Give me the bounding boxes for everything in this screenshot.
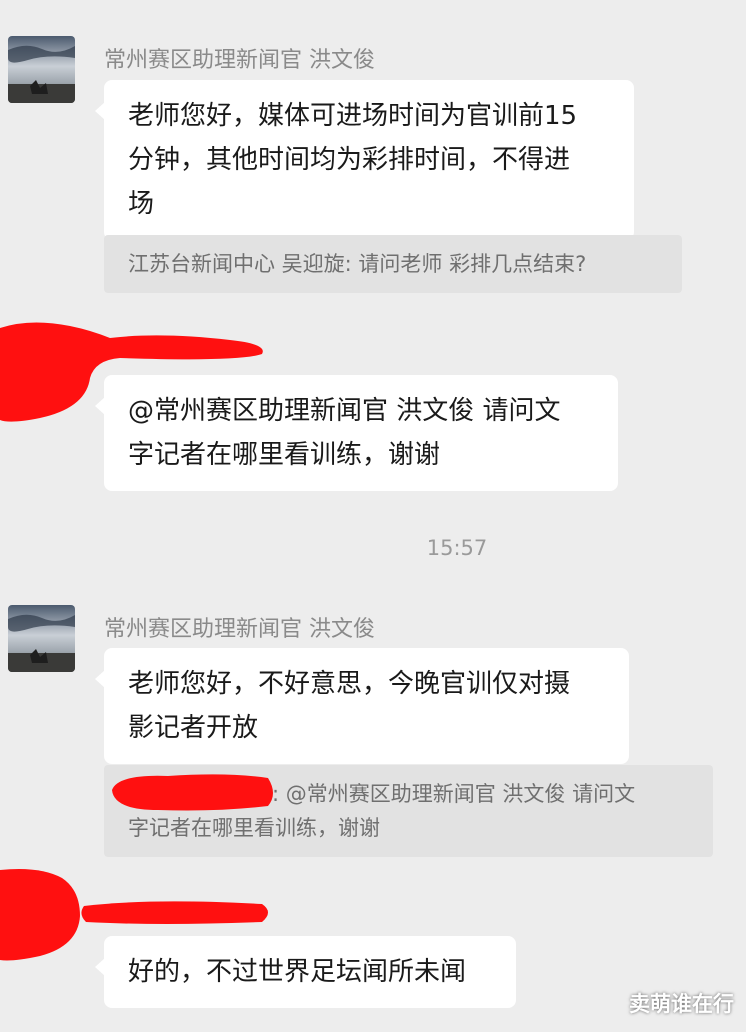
quoted-text: 字记者在哪里看训练，谢谢	[128, 816, 380, 840]
watermark: 卖萌谁在行	[629, 992, 734, 1016]
message-line: 好的，不过世界足坛闻所未闻	[128, 957, 467, 987]
message-line: 场	[128, 189, 155, 219]
quoted-text: 江苏台新闻中心 吴迎旋: 请问老师 彩排几点结束?	[128, 252, 587, 276]
message-line: @常州赛区助理新闻官 洪文俊 请问文	[128, 396, 561, 426]
quoted-text: : @常州赛区助理新闻官 洪文俊 请问文	[272, 782, 636, 806]
avatar[interactable]	[8, 36, 75, 103]
message-bubble[interactable]: 老师您好，不好意思，今晚官训仅对摄 影记者开放	[95, 648, 629, 764]
avatar[interactable]	[8, 605, 75, 672]
message-bubble[interactable]: 好的，不过世界足坛闻所未闻	[95, 936, 516, 1008]
message-line: 老师您好，不好意思，今晚官训仅对摄	[128, 669, 571, 699]
message-line: 影记者开放	[128, 713, 259, 743]
message-bubble[interactable]: 老师您好，媒体可进场时间为官训前15 分钟，其他时间均为彩排时间，不得进 场	[95, 80, 634, 240]
message-bubble[interactable]: @常州赛区助理新闻官 洪文俊 请问文 字记者在哪里看训练，谢谢	[95, 375, 618, 491]
message-line: 老师您好，媒体可进场时间为官训前15	[128, 101, 578, 131]
sender-name: 常州赛区助理新闻官 洪文俊	[104, 48, 375, 73]
redaction-mark	[112, 774, 273, 811]
message-line: 分钟，其他时间均为彩排时间，不得进	[128, 145, 571, 175]
message-line: 字记者在哪里看训练，谢谢	[128, 440, 441, 470]
timestamp: 15:57	[426, 536, 488, 560]
sender-name: 常州赛区助理新闻官 洪文俊	[104, 617, 375, 642]
quoted-message[interactable]: 江苏台新闻中心 吴迎旋: 请问老师 彩排几点结束?	[104, 235, 682, 293]
